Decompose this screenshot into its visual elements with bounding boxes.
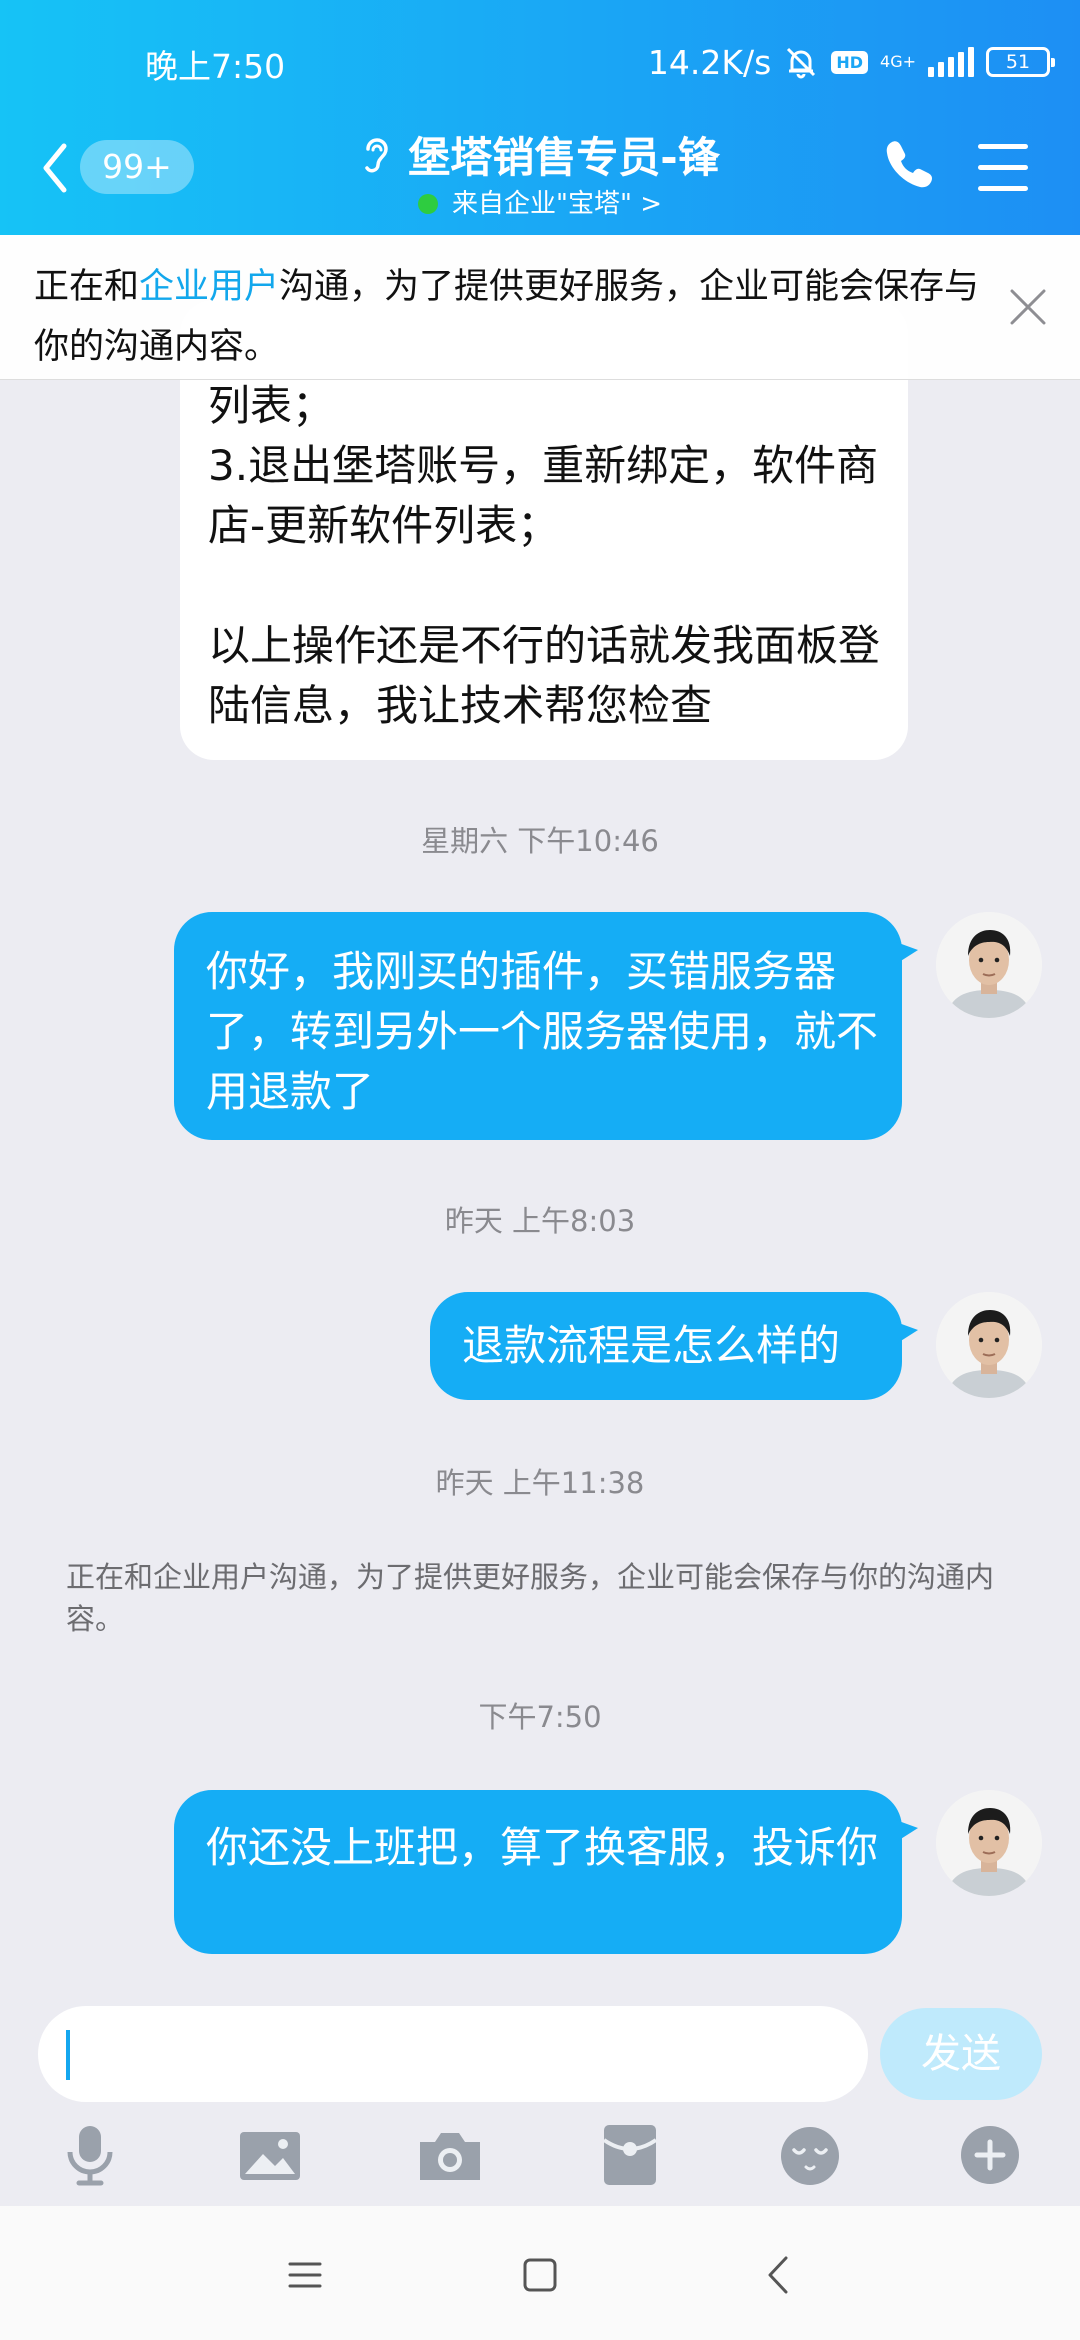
- status-time: 晚上7:50: [145, 47, 286, 86]
- online-status-dot: [418, 194, 439, 214]
- hd-badge: HD: [831, 50, 869, 74]
- home-icon[interactable]: [515, 2250, 565, 2300]
- send-button[interactable]: 发送: [880, 2008, 1042, 2100]
- system-navigation-bar: [0, 2206, 1080, 2340]
- timestamp: 星期六 下午10:46: [421, 824, 659, 858]
- network-type: 4G+: [880, 52, 916, 71]
- camera-icon[interactable]: [415, 2120, 485, 2190]
- menu-icon[interactable]: [978, 144, 1028, 191]
- net-speed: 14.2K/s: [647, 42, 772, 82]
- notice-text-before: 正在和: [34, 267, 140, 307]
- back-nav-icon[interactable]: [755, 2250, 805, 2300]
- enterprise-notice-bar: 正在和企业用户沟通，为了提供更好服务，企业可能会保存与你的沟通内容。: [0, 235, 1080, 380]
- user-portrait-icon: [936, 1292, 1042, 1398]
- outgoing-message-bubble[interactable]: 你好，我刚买的插件，买错服务器了，转到另外一个服务器使用，就不用退款了: [174, 912, 918, 1140]
- image-icon[interactable]: [235, 2120, 305, 2190]
- red-packet-icon[interactable]: [595, 2120, 665, 2190]
- status-icons: 14.2K/s HD 4G+ 51: [647, 40, 1055, 84]
- signal-icon: [928, 47, 974, 77]
- ear-icon: [365, 137, 389, 172]
- input-toolbar: [0, 2120, 1080, 2200]
- company-source-label: 来自企业"宝塔" >: [452, 189, 662, 219]
- text-caret: [66, 2030, 70, 2080]
- close-icon[interactable]: [1006, 285, 1050, 329]
- message-input[interactable]: [38, 2006, 868, 2102]
- avatar[interactable]: [936, 1292, 1042, 1398]
- chat-header: 晚上7:50 14.2K/s HD 4G+ 51 99+ 堡塔销售专员-锋 来自…: [0, 0, 1080, 235]
- timestamp: 昨天 上午8:03: [444, 1204, 636, 1238]
- avatar[interactable]: [936, 1790, 1042, 1896]
- user-portrait-icon: [936, 1790, 1042, 1896]
- user-portrait-icon: [936, 912, 1042, 1018]
- contact-name: 堡塔销售专员-锋: [408, 133, 720, 182]
- plus-icon[interactable]: [955, 2120, 1025, 2190]
- battery-level: 51: [1005, 51, 1031, 73]
- enterprise-user-link[interactable]: 企业用户: [139, 267, 279, 307]
- timestamp: 下午7:50: [478, 1700, 602, 1734]
- microphone-icon[interactable]: [55, 2120, 125, 2190]
- timestamp: 昨天 上午11:38: [435, 1466, 645, 1500]
- phone-icon[interactable]: [880, 136, 936, 192]
- notice-text: 正在和企业用户沟通，为了提供更好服务，企业可能会保存与你的沟通内容。: [34, 257, 994, 377]
- avatar[interactable]: [936, 912, 1042, 1018]
- emoji-icon[interactable]: [775, 2120, 845, 2190]
- bell-muted-icon: [787, 47, 816, 79]
- recents-menu-icon[interactable]: [280, 2250, 330, 2300]
- battery-icon: 51: [986, 47, 1055, 77]
- outgoing-message-bubble[interactable]: 你还没上班把，算了换客服，投诉你: [174, 1790, 918, 1954]
- system-notice-message: 正在和企业用户沟通，为了提供更好服务，企业可能会保存与你的沟通内容。: [66, 1560, 995, 1636]
- outgoing-message-bubble[interactable]: 退款流程是怎么样的: [430, 1292, 918, 1400]
